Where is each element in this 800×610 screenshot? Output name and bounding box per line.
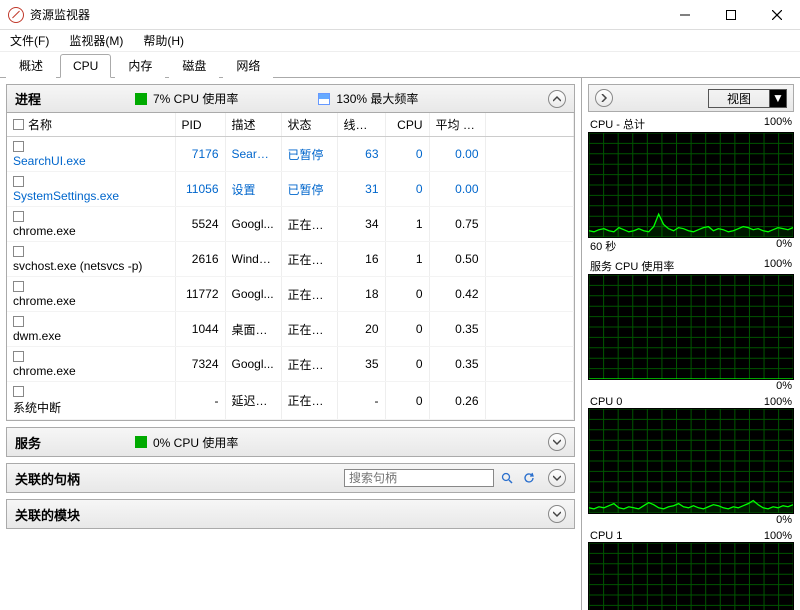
panel-processes-header[interactable]: 进程 7% CPU 使用率 130% 最大频率 <box>7 85 574 113</box>
right-pane: 视图 ▼ CPU - 总计100%60 秒0%服务 CPU 使用率100%0%C… <box>582 78 800 610</box>
max-freq-swatch-icon <box>318 93 330 105</box>
panel-modules: 关联的模块 <box>6 499 575 529</box>
refresh-icon[interactable] <box>520 469 538 487</box>
row-checkbox[interactable] <box>13 281 24 292</box>
panel-modules-title: 关联的模块 <box>15 505 125 524</box>
max-freq-label: 130% 最大频率 <box>336 90 418 107</box>
app-icon <box>8 7 24 23</box>
tabs: 概述 CPU 内存 磁盘 网络 <box>0 52 800 78</box>
table-row[interactable]: 系统中断-延迟过...正在运行-00.26 <box>7 382 574 420</box>
chart-canvas <box>588 132 794 238</box>
table-row[interactable]: chrome.exe7324Googl...正在运行3500.35 <box>7 347 574 382</box>
chart-nav-button[interactable] <box>595 89 613 107</box>
expand-modules-button[interactable] <box>548 505 566 523</box>
panel-processes: 进程 7% CPU 使用率 130% 最大频率 <box>6 84 575 421</box>
chart-3: CPU 1 100% <box>588 530 794 610</box>
panel-services-header[interactable]: 服务 0% CPU 使用率 <box>7 428 574 456</box>
chart-canvas <box>588 542 794 610</box>
chart-bottom-right: 0% <box>776 238 792 254</box>
panel-processes-title: 进程 <box>15 89 125 108</box>
chart-0: CPU - 总计 100% 60 秒 0% <box>588 116 794 254</box>
tab-cpu[interactable]: CPU <box>60 54 111 78</box>
chart-canvas <box>588 274 794 380</box>
row-checkbox[interactable] <box>13 211 24 222</box>
table-row[interactable]: chrome.exe5524Googl...正在运行3410.75 <box>7 207 574 242</box>
panel-services: 服务 0% CPU 使用率 <box>6 427 575 457</box>
chart-max: 100% <box>764 116 792 132</box>
chart-bottom-right: 0% <box>776 380 792 392</box>
chart-title: 服务 CPU 使用率 <box>590 258 674 274</box>
process-table-header-row: 名称 PID 描述 状态 线程数 CPU 平均 C... <box>7 113 574 137</box>
view-dropdown-label: 视图 <box>709 90 770 107</box>
window-title: 资源监视器 <box>30 6 90 23</box>
row-checkbox[interactable] <box>13 246 24 257</box>
close-button[interactable] <box>754 0 800 29</box>
panel-modules-header[interactable]: 关联的模块 <box>7 500 574 528</box>
row-checkbox[interactable] <box>13 316 24 327</box>
col-desc[interactable]: 描述 <box>225 113 281 137</box>
chart-1: 服务 CPU 使用率 100% 0% <box>588 258 794 392</box>
tab-network[interactable]: 网络 <box>223 52 273 78</box>
cpu-usage-stat: 7% CPU 使用率 <box>135 90 238 107</box>
max-freq-stat: 130% 最大频率 <box>318 90 418 107</box>
right-pane-header: 视图 ▼ <box>588 84 794 112</box>
maximize-button[interactable] <box>708 0 754 29</box>
chart-2: CPU 0 100% 0% <box>588 396 794 526</box>
table-row[interactable]: dwm.exe1044桌面窗...正在运行2000.35 <box>7 312 574 347</box>
panel-handles-header[interactable]: 关联的句柄 <box>7 464 574 492</box>
left-pane: 进程 7% CPU 使用率 130% 最大频率 <box>0 78 582 610</box>
row-checkbox[interactable] <box>13 176 24 187</box>
minimize-button[interactable] <box>662 0 708 29</box>
col-status[interactable]: 状态 <box>281 113 337 137</box>
chart-title: CPU 1 <box>590 530 622 542</box>
chart-max: 100% <box>764 258 792 274</box>
row-checkbox[interactable] <box>13 386 24 397</box>
chart-bottom-right: 0% <box>776 514 792 526</box>
services-cpu-stat: 0% CPU 使用率 <box>135 434 238 451</box>
select-all-checkbox[interactable] <box>13 119 24 130</box>
services-cpu-swatch-icon <box>135 436 147 448</box>
expand-handles-button[interactable] <box>548 469 566 487</box>
menubar: 文件(F) 监视器(M) 帮助(H) <box>0 30 800 52</box>
col-name[interactable]: 名称 <box>7 113 175 137</box>
table-row[interactable]: chrome.exe11772Googl...正在运行1800.42 <box>7 277 574 312</box>
col-pid[interactable]: PID <box>175 113 225 137</box>
view-dropdown[interactable]: 视图 ▼ <box>708 89 787 108</box>
process-table: 名称 PID 描述 状态 线程数 CPU 平均 C... SearchUI.ex… <box>7 113 574 420</box>
chart-max: 100% <box>764 530 792 542</box>
chart-title: CPU 0 <box>590 396 622 408</box>
panel-handles: 关联的句柄 <box>6 463 575 493</box>
row-checkbox[interactable] <box>13 351 24 362</box>
row-checkbox[interactable] <box>13 141 24 152</box>
menu-help[interactable]: 帮助(H) <box>139 30 188 51</box>
col-avg[interactable]: 平均 C... <box>429 113 485 137</box>
collapse-processes-button[interactable] <box>548 90 566 108</box>
search-icon[interactable] <box>498 469 516 487</box>
menu-file[interactable]: 文件(F) <box>6 30 53 51</box>
chevron-down-icon: ▼ <box>770 90 786 107</box>
search-handles-input[interactable] <box>344 469 494 487</box>
tab-overview[interactable]: 概述 <box>6 52 56 78</box>
menu-monitor[interactable]: 监视器(M) <box>65 30 127 51</box>
services-cpu-label: 0% CPU 使用率 <box>153 434 238 451</box>
col-cpu[interactable]: CPU <box>385 113 429 137</box>
chart-title: CPU - 总计 <box>590 116 645 132</box>
table-row[interactable]: svchost.exe (netsvcs -p)2616Windo...正在运行… <box>7 242 574 277</box>
cpu-usage-label: 7% CPU 使用率 <box>153 90 238 107</box>
titlebar: 资源监视器 <box>0 0 800 30</box>
chart-canvas <box>588 408 794 514</box>
table-row[interactable]: SearchUI.exe7176Search...已暂停6300.00 <box>7 137 574 172</box>
chart-max: 100% <box>764 396 792 408</box>
chart-bottom-left: 60 秒 <box>590 238 616 254</box>
panel-handles-title: 关联的句柄 <box>15 469 80 488</box>
cpu-usage-swatch-icon <box>135 93 147 105</box>
expand-services-button[interactable] <box>548 433 566 451</box>
panel-services-title: 服务 <box>15 433 125 452</box>
table-row[interactable]: SystemSettings.exe11056设置已暂停3100.00 <box>7 172 574 207</box>
tab-disk[interactable]: 磁盘 <box>169 52 219 78</box>
tab-memory[interactable]: 内存 <box>115 52 165 78</box>
col-threads[interactable]: 线程数 <box>337 113 385 137</box>
